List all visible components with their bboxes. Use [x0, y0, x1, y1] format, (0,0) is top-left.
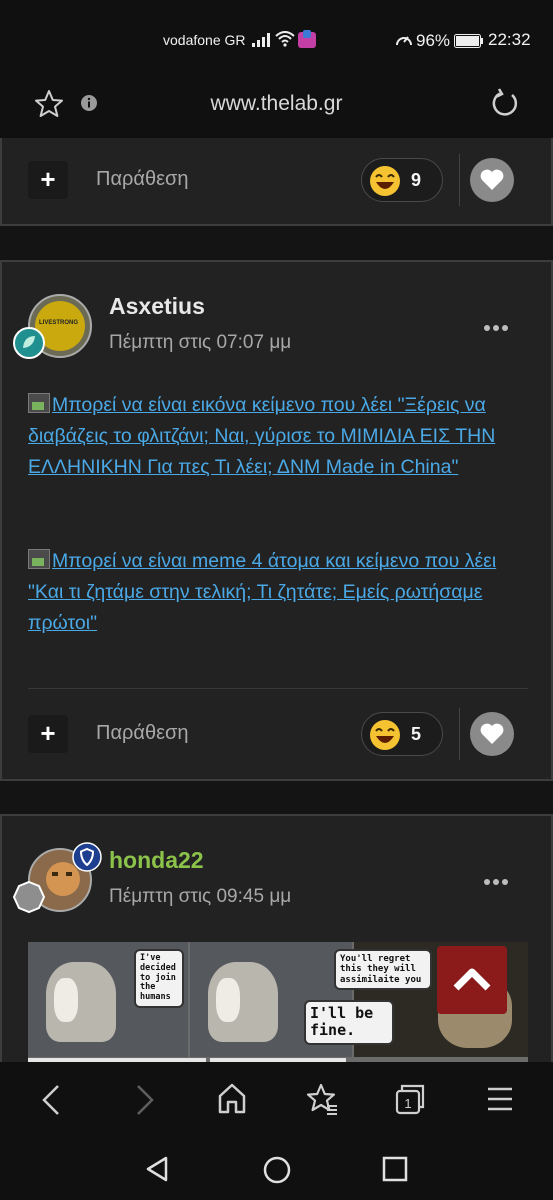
- menu-icon[interactable]: [486, 1082, 514, 1116]
- post-card: LIVESTRONG Asxetius Πέμπτη στις 07:07 μμ…: [0, 260, 553, 781]
- system-back-icon[interactable]: [144, 1155, 172, 1183]
- image-alt-text: Μπορεί να είναι εικόνα κείμενο που λέει …: [28, 394, 496, 478]
- heart-icon: [480, 723, 504, 744]
- post-actions: + Παράθεση 5: [2, 694, 551, 774]
- divider: [28, 688, 528, 689]
- post-author[interactable]: honda22: [109, 847, 204, 874]
- broken-image-link[interactable]: Μπορεί να είναι meme 4 άτομα και κείμενο…: [28, 546, 533, 639]
- member-rank-badge-icon: [13, 327, 45, 359]
- system-navigation-bar: [0, 1138, 553, 1200]
- post-card: honda22 Πέμπτη στις 09:45 μμ I've decide…: [0, 814, 553, 1062]
- moderator-shield-badge-icon: [72, 842, 102, 872]
- multiquote-plus-button[interactable]: +: [28, 715, 68, 753]
- tabs-icon[interactable]: 1: [394, 1082, 426, 1116]
- reaction-count: 5: [411, 724, 422, 744]
- app-notification-icon: [298, 30, 316, 48]
- url-text[interactable]: www.thelab.gr: [0, 92, 553, 116]
- image-alt-text: Μπορεί να είναι meme 4 άτομα και κείμενο…: [28, 550, 497, 634]
- like-button[interactable]: [470, 158, 514, 202]
- post-date[interactable]: Πέμπτη στις 09:45 μμ: [109, 886, 291, 908]
- broken-image-icon: [28, 549, 50, 569]
- laughing-emoji-icon: [370, 720, 400, 750]
- system-home-icon[interactable]: [262, 1155, 292, 1185]
- post-date[interactable]: Πέμπτη στις 07:07 μμ: [109, 332, 291, 354]
- reaction-count-button[interactable]: 5: [361, 712, 443, 756]
- speech-bubble: I've decided to join the humans: [134, 949, 184, 1008]
- broken-image-link[interactable]: Μπορεί να είναι εικόνα κείμενο που λέει …: [28, 390, 533, 483]
- chevron-up-icon: [453, 968, 491, 991]
- quote-button[interactable]: Παράθεση: [96, 168, 188, 191]
- quote-button[interactable]: Παράθεση: [96, 722, 188, 745]
- bookmarks-star-icon[interactable]: [305, 1082, 339, 1116]
- speech-bubble: You'll regret this they will assimilaite…: [334, 949, 432, 991]
- speedometer-icon: [396, 36, 412, 46]
- post-author[interactable]: Asxetius: [109, 293, 205, 320]
- reload-icon[interactable]: [488, 88, 520, 120]
- wifi-icon: [275, 31, 295, 47]
- speech-bubble: I'll be fine.: [304, 1000, 394, 1045]
- back-icon[interactable]: [38, 1082, 66, 1118]
- more-options-icon[interactable]: [484, 318, 511, 336]
- broken-image-icon: [28, 393, 50, 413]
- divider: [459, 708, 460, 760]
- reaction-count-button[interactable]: 9: [361, 158, 443, 202]
- carrier-name: vodafone GR: [163, 32, 246, 48]
- divider: [459, 154, 460, 206]
- post-actions: + Παράθεση 9: [2, 140, 551, 220]
- browser-url-bar: www.thelab.gr: [0, 80, 553, 138]
- system-recents-icon[interactable]: [381, 1155, 409, 1183]
- clock: 22:32: [488, 30, 531, 49]
- member-rank-badge-icon: [12, 880, 46, 914]
- laughing-emoji-icon: [370, 166, 400, 196]
- multiquote-plus-button[interactable]: +: [28, 161, 68, 199]
- forward-icon[interactable]: [130, 1082, 158, 1118]
- battery-icon: [454, 34, 483, 48]
- reaction-count: 9: [411, 170, 422, 190]
- status-bar: vodafone GR 96% 22:32: [0, 0, 553, 80]
- battery-percent: 96%: [416, 31, 451, 50]
- forum-feed[interactable]: + Παράθεση 9 LIVESTRONG Asxetius Πέμπτη …: [0, 138, 553, 1062]
- signal-icon: [252, 33, 270, 47]
- heart-icon: [480, 169, 504, 190]
- post-card: + Παράθεση 9: [0, 138, 553, 226]
- like-button[interactable]: [470, 712, 514, 756]
- browser-toolbar: 1: [0, 1062, 553, 1138]
- svg-text:1: 1: [404, 1096, 411, 1111]
- home-icon[interactable]: [216, 1082, 248, 1116]
- more-options-icon[interactable]: [484, 872, 511, 890]
- scroll-to-top-button[interactable]: [437, 946, 507, 1014]
